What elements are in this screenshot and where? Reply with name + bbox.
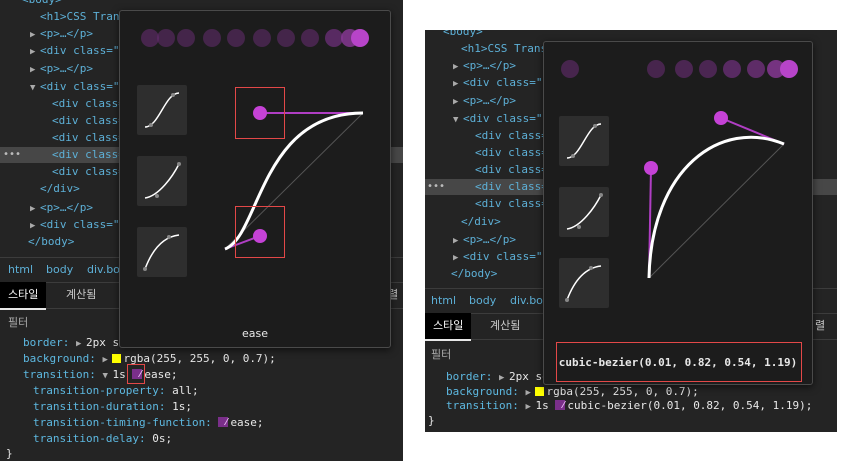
dom-node-div-expanded[interactable]: ▼ <div class=" bbox=[453, 111, 542, 127]
dom-node-body-close: </body> bbox=[28, 235, 75, 248]
tab-styles[interactable]: 스타일 bbox=[0, 282, 47, 310]
color-swatch-icon[interactable] bbox=[535, 387, 545, 396]
bezier-curve-editor[interactable] bbox=[120, 11, 390, 347]
dom-node-child-div[interactable]: <div class= bbox=[475, 145, 548, 161]
timing-function-label: ease bbox=[241, 327, 268, 340]
dom-node-p[interactable]: ▶ <p>…</p> bbox=[30, 200, 93, 216]
dom-node-child-div[interactable]: <div class= bbox=[475, 162, 548, 178]
node-menu-dots-icon[interactable]: ••• bbox=[3, 149, 21, 160]
expand-arrow-icon[interactable]: ▶ bbox=[525, 399, 535, 415]
dom-node-child-div-selected[interactable]: <div class= bbox=[52, 147, 125, 163]
dom-node-div[interactable]: ▶ <div class=" bbox=[453, 75, 542, 91]
breadcrumb-html[interactable]: html bbox=[431, 294, 456, 307]
dom-node-child-div[interactable]: <div class= bbox=[52, 113, 125, 129]
control-point-highlight bbox=[235, 87, 285, 139]
breadcrumb-body[interactable]: body bbox=[469, 294, 496, 307]
collapse-arrow-icon[interactable]: ▼ bbox=[453, 112, 463, 128]
css-rule-transition: transition: ▼ 1s ease; bbox=[23, 367, 177, 383]
collapse-arrow-icon[interactable]: ▼ bbox=[30, 80, 40, 96]
expand-arrow-icon[interactable]: ▶ bbox=[30, 27, 40, 43]
css-rule-border: border: ▶ 2px so bbox=[446, 369, 549, 385]
bezier-editor-popup: cubic-bezier(0.01, 0.82, 0.54, 1.19) bbox=[543, 41, 813, 385]
tab-styles[interactable]: 스타일 bbox=[425, 313, 472, 341]
dom-node-p[interactable]: ▶ <p>…</p> bbox=[30, 26, 93, 42]
expand-arrow-icon[interactable]: ▶ bbox=[30, 201, 40, 217]
bezier-curve bbox=[647, 135, 785, 279]
control-point-2-handle[interactable] bbox=[714, 111, 728, 125]
dom-node-p[interactable]: ▶ <p>…</p> bbox=[30, 61, 93, 77]
expand-arrow-icon[interactable]: ▶ bbox=[453, 250, 463, 266]
expand-arrow-icon[interactable]: ▶ bbox=[453, 233, 463, 249]
expand-arrow-icon[interactable]: ▶ bbox=[30, 218, 40, 234]
tab-computed[interactable]: 계산됨 bbox=[58, 282, 104, 308]
dom-node-div-close: </div> bbox=[40, 182, 80, 195]
dom-node-div[interactable]: ▶ <div class=" bbox=[30, 217, 119, 233]
collapse-arrow-icon[interactable]: ▼ bbox=[102, 368, 112, 384]
dom-node-div-close: </div> bbox=[461, 215, 501, 228]
dom-node-p[interactable]: ▶ <p>…</p> bbox=[453, 93, 516, 109]
dom-node-body[interactable]: <body> bbox=[22, 0, 62, 8]
control-point-highlight bbox=[235, 206, 285, 258]
bezier-editor-popup: ease bbox=[119, 10, 391, 348]
breadcrumb-div[interactable]: div.bo bbox=[87, 263, 120, 276]
timing-function-label: cubic-bezier(0.01, 0.82, 0.54, 1.19) bbox=[558, 356, 798, 369]
dom-node-child-div[interactable]: <div class= bbox=[52, 130, 125, 146]
css-subrule: transition-timing-function: ease; bbox=[33, 416, 264, 429]
control-point-1-handle[interactable] bbox=[644, 161, 658, 175]
bezier-curve-editor[interactable] bbox=[544, 42, 812, 384]
right-devtools-panel: <body> <h1>CSS Transitions</h1> ▶ <p>…</p… bbox=[425, 30, 837, 432]
dom-node-div[interactable]: ▶ <div class=" bbox=[30, 43, 119, 59]
dom-node-p[interactable]: ▶ <p>…</p> bbox=[453, 58, 516, 74]
expand-arrow-icon[interactable]: ▶ bbox=[453, 76, 463, 92]
linear-reference-line bbox=[648, 143, 785, 279]
css-rule-border: border: ▶ 2px so bbox=[23, 335, 126, 351]
expand-arrow-icon[interactable]: ▶ bbox=[76, 336, 86, 352]
dom-node-div-expanded[interactable]: ▼ <div class=" bbox=[30, 79, 119, 95]
left-devtools-panel: <body> <h1>CSS Transitions</h1> ▶<p>…</p… bbox=[0, 0, 403, 461]
expand-arrow-icon[interactable]: ▶ bbox=[453, 94, 463, 110]
node-menu-dots-icon[interactable]: ••• bbox=[427, 181, 445, 192]
expand-arrow-icon[interactable]: ▶ bbox=[453, 59, 463, 75]
expand-arrow-icon[interactable]: ▶ bbox=[30, 44, 40, 60]
dom-node-child-div[interactable]: <div class= bbox=[475, 196, 548, 212]
breadcrumb-body[interactable]: body bbox=[46, 263, 73, 276]
dom-node-child-div[interactable]: <div class= bbox=[475, 128, 548, 144]
close-brace: } bbox=[6, 447, 13, 460]
tab-computed[interactable]: 계산됨 bbox=[482, 313, 528, 339]
easing-curve-icon[interactable] bbox=[555, 400, 566, 410]
breadcrumb-html[interactable]: html bbox=[8, 263, 33, 276]
dom-node-p[interactable]: ▶ <p>…</p> bbox=[453, 232, 516, 248]
close-brace: } bbox=[428, 414, 435, 427]
expand-arrow-icon[interactable]: ▶ bbox=[30, 62, 40, 78]
easing-icon-highlight bbox=[127, 364, 145, 384]
css-subrule: transition-delay: 0s; bbox=[33, 432, 173, 445]
filter-label[interactable]: 필터 bbox=[431, 346, 451, 362]
dom-node-div[interactable]: ▶ <div class=" bbox=[453, 249, 542, 265]
dom-node-child-div[interactable]: <div class= bbox=[52, 96, 125, 112]
expand-arrow-icon[interactable]: ▶ bbox=[102, 352, 112, 368]
dom-node-body[interactable]: <body> bbox=[443, 30, 483, 40]
dom-node-child-div[interactable]: <div class= bbox=[52, 164, 125, 180]
breadcrumb-div[interactable]: div.bo bbox=[510, 294, 543, 307]
easing-curve-icon[interactable] bbox=[218, 417, 229, 427]
css-subrule: transition-duration: 1s; bbox=[33, 400, 192, 413]
color-swatch-icon[interactable] bbox=[112, 354, 122, 363]
css-subrule: transition-property: all; bbox=[33, 384, 199, 397]
css-rule-transition: transition: ▶ 1s cubic-bezier(0.01, 0.82,… bbox=[446, 398, 812, 414]
filter-label[interactable]: 필터 bbox=[8, 314, 28, 330]
dom-node-child-div-selected[interactable]: <div class= bbox=[475, 179, 548, 195]
css-rule-background: background: ▶ rgba(255, 255, 0, 0.7); bbox=[23, 351, 276, 367]
dom-node-body-close: </body> bbox=[451, 267, 498, 280]
